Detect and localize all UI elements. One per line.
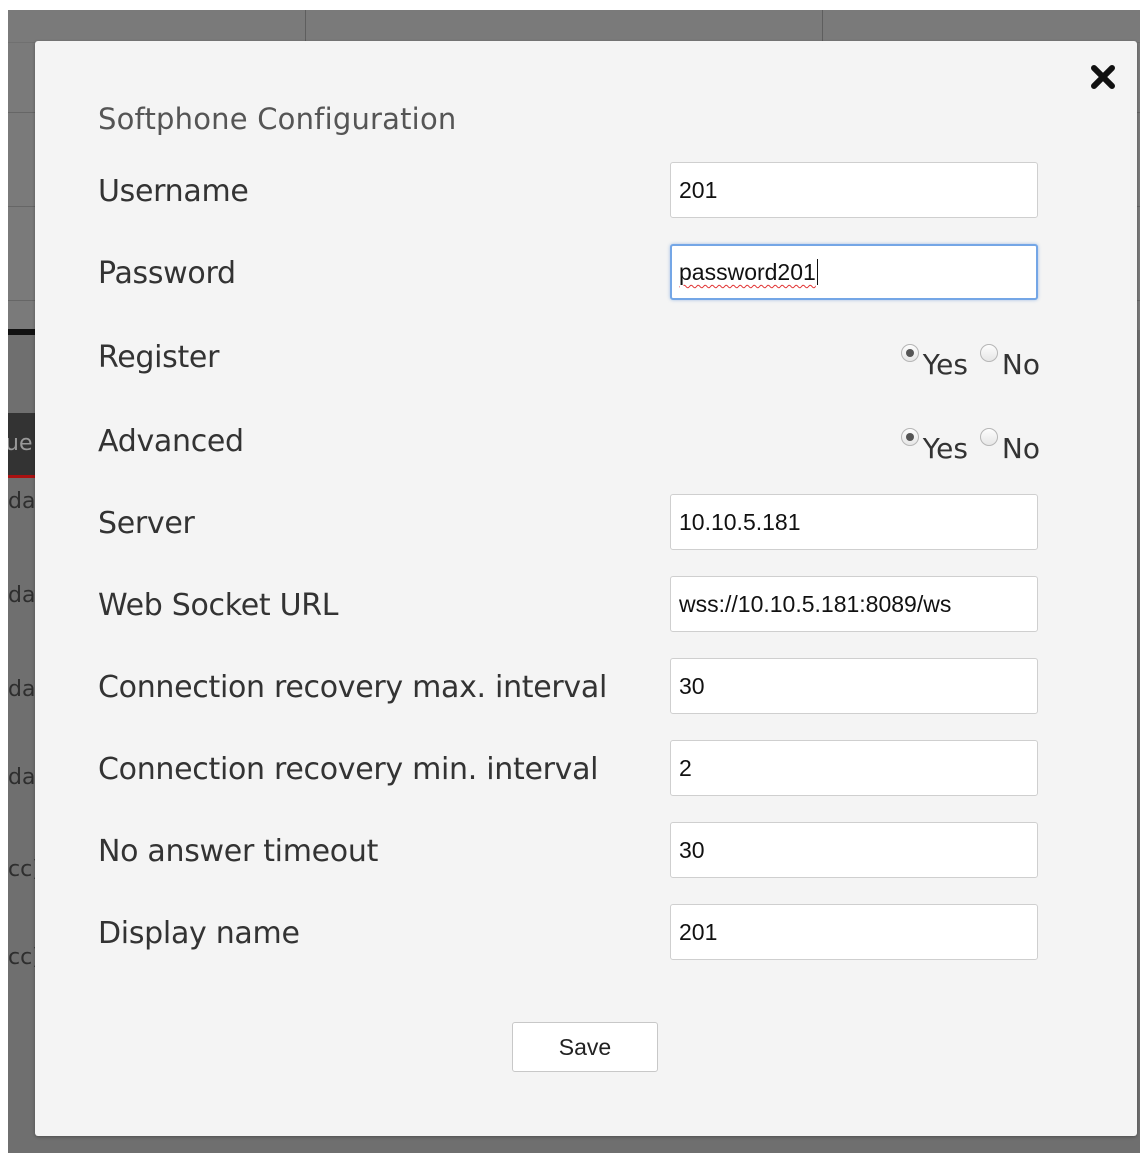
advanced-radio-group: Yes No [900,428,1040,465]
register-yes-radio[interactable] [900,344,919,362]
password-input[interactable] [670,244,1038,300]
background-row-text: da [8,677,36,702]
advanced-label: Advanced [98,424,244,459]
recovery-min-input[interactable] [670,740,1038,796]
background-row-text: cc) [8,945,38,970]
websocket-url-label: Web Socket URL [98,588,339,623]
websocket-url-input[interactable] [670,576,1038,632]
register-no-radio[interactable] [979,344,998,362]
server-input[interactable] [670,494,1038,550]
background-table-header: ue [8,413,38,477]
close-icon [1091,65,1115,89]
display-name-label: Display name [98,916,300,951]
save-button[interactable]: Save [512,1022,658,1072]
background-row-text: da [8,765,36,790]
password-label: Password [98,256,236,291]
no-answer-timeout-label: No answer timeout [98,834,379,869]
background-bar [8,329,38,335]
background-row-text: da [8,583,36,608]
advanced-no-label[interactable]: No [1002,432,1040,465]
recovery-max-input[interactable] [670,658,1038,714]
register-yes-label[interactable]: Yes [923,348,968,381]
websocket-url-row: Web Socket URL [98,576,1048,634]
close-button[interactable] [1086,60,1120,94]
advanced-row: Advanced Yes No [98,412,1048,470]
username-row: Username [98,162,1048,220]
register-no-label[interactable]: No [1002,348,1040,381]
recovery-min-row: Connection recovery min. interval [98,740,1048,798]
server-row: Server [98,494,1048,552]
background-header-text: ue [8,431,33,456]
recovery-min-label: Connection recovery min. interval [98,752,599,787]
display-name-input[interactable] [670,904,1038,960]
register-row: Register Yes No [98,328,1048,386]
server-label: Server [98,506,195,541]
no-answer-timeout-row: No answer timeout [98,822,1048,880]
register-radio-group: Yes No [900,344,1040,381]
username-label: Username [98,174,249,209]
background-column-divider [822,10,823,42]
no-answer-timeout-input[interactable] [670,822,1038,878]
dialog-title: Softphone Configuration [98,102,457,136]
display-name-row: Display name [98,904,1048,962]
advanced-yes-label[interactable]: Yes [923,432,968,465]
password-row: Password password201 [98,244,1048,302]
advanced-yes-radio[interactable] [900,428,919,446]
recovery-max-row: Connection recovery max. interval [98,658,1048,716]
register-label: Register [98,340,220,375]
background-column-divider [305,10,306,42]
background-accent-line [8,475,38,478]
username-input[interactable] [670,162,1038,218]
advanced-no-radio[interactable] [979,428,998,446]
recovery-max-label: Connection recovery max. interval [98,670,608,705]
background-row-text: cc) [8,857,38,882]
background-row-text: da [8,489,36,514]
